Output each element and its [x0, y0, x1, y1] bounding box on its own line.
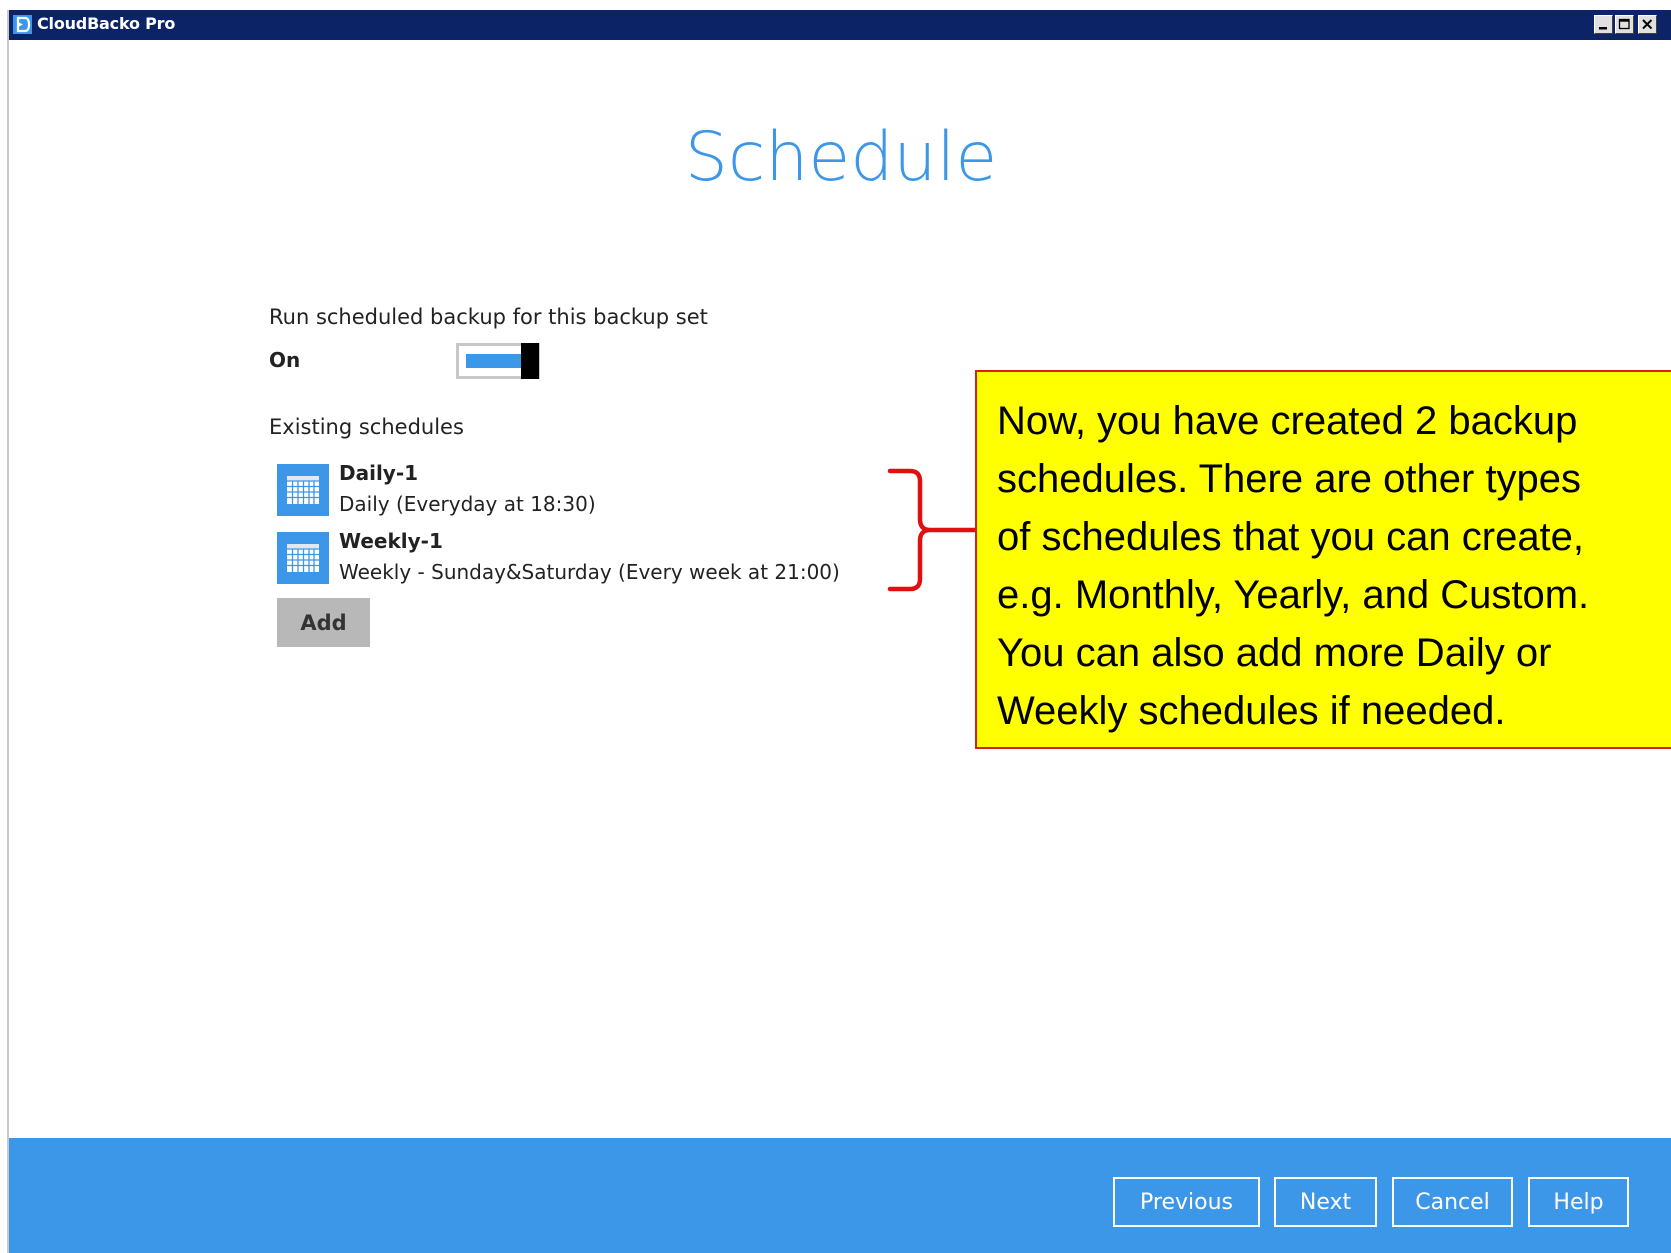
- app-window: CloudBacko Pro Schedule Run scheduled ba…: [7, 10, 1671, 1253]
- minimize-button[interactable]: [1594, 15, 1613, 34]
- toggle-state-label: On: [269, 348, 301, 372]
- schedule-item-weekly-1[interactable]: Weekly-1 Weekly - Sunday&Saturday (Every…: [277, 528, 917, 592]
- maximize-icon: [1618, 18, 1630, 30]
- existing-schedules-label: Existing schedules: [269, 415, 464, 439]
- minimize-icon: [1599, 27, 1607, 30]
- wizard-footer: Previous Next Cancel Help: [9, 1138, 1671, 1253]
- next-button[interactable]: Next: [1274, 1177, 1377, 1227]
- annotation-callout: Now, you have created 2 backup schedules…: [975, 370, 1671, 749]
- window-title: CloudBacko Pro: [37, 14, 176, 33]
- previous-button[interactable]: Previous: [1113, 1177, 1260, 1227]
- scheduled-backup-toggle[interactable]: [456, 343, 540, 379]
- callout-line: Weekly schedules if needed.: [997, 689, 1506, 733]
- close-icon: [1642, 19, 1653, 30]
- add-schedule-button[interactable]: Add: [277, 598, 370, 647]
- title-bar[interactable]: CloudBacko Pro: [9, 10, 1671, 40]
- toggle-knob[interactable]: [521, 343, 539, 379]
- app-logo-icon: [13, 15, 32, 34]
- callout-line: You can also add more Daily or: [997, 631, 1552, 675]
- maximize-button[interactable]: [1615, 15, 1634, 34]
- callout-line: e.g. Monthly, Yearly, and Custom.: [997, 573, 1590, 617]
- schedule-description: Daily (Everyday at 18:30): [339, 492, 596, 516]
- calendar-icon: [277, 532, 329, 584]
- toggle-fill: [466, 354, 522, 368]
- callout-line: Now, you have created 2 backup: [997, 399, 1578, 443]
- schedule-name: Weekly-1: [339, 529, 443, 553]
- schedule-name: Daily-1: [339, 461, 419, 485]
- schedule-item-daily-1[interactable]: Daily-1 Daily (Everyday at 18:30): [277, 460, 917, 524]
- cancel-button[interactable]: Cancel: [1392, 1177, 1513, 1227]
- page-title: Schedule: [684, 118, 998, 197]
- calendar-icon: [277, 464, 329, 516]
- run-scheduled-label: Run scheduled backup for this backup set: [269, 305, 708, 329]
- close-button[interactable]: [1638, 15, 1657, 34]
- help-button[interactable]: Help: [1528, 1177, 1629, 1227]
- callout-line: schedules. There are other types: [997, 457, 1582, 501]
- schedule-description: Weekly - Sunday&Saturday (Every week at …: [339, 560, 840, 584]
- callout-line: of schedules that you can create,: [997, 515, 1585, 559]
- bracket-annotation: [887, 468, 982, 592]
